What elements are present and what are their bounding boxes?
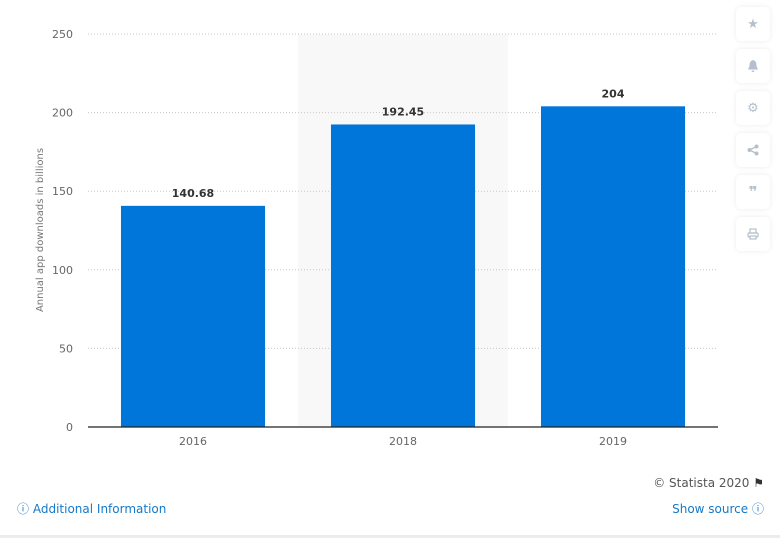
x-tick-label: 2016 — [179, 435, 207, 448]
share-icon — [747, 144, 759, 156]
star-icon: ★ — [747, 16, 759, 32]
gear-icon: ⚙ — [747, 100, 759, 116]
additional-information-link[interactable]: ⓘ Additional Information — [17, 500, 166, 517]
flag-icon[interactable]: ⚑ — [753, 476, 764, 490]
data-label: 192.45 — [382, 105, 424, 118]
data-label: 140.68 — [172, 187, 214, 200]
info-icon: ⓘ — [751, 502, 764, 516]
show-source-link[interactable]: Show source ⓘ — [672, 500, 764, 517]
y-tick-label: 200 — [52, 107, 73, 120]
quote-icon: ❞ — [748, 183, 758, 201]
y-tick-label: 50 — [59, 342, 73, 355]
y-tick-label: 150 — [52, 185, 73, 198]
copyright-notice: © Statista 2020 ⚑ — [653, 476, 764, 490]
settings-button[interactable]: ⚙ — [736, 91, 770, 125]
x-tick-label: 2019 — [599, 435, 627, 448]
info-icon: ⓘ — [17, 502, 30, 516]
share-button[interactable] — [736, 133, 770, 167]
data-label: 204 — [602, 87, 625, 100]
bell-icon — [748, 59, 758, 72]
x-tick-label: 2018 — [389, 435, 417, 448]
favorite-button[interactable]: ★ — [736, 7, 770, 41]
y-tick-label: 0 — [66, 421, 73, 434]
copyright-text: © Statista 2020 — [653, 476, 750, 490]
show-source-label: Show source — [672, 502, 749, 516]
print-button[interactable] — [736, 217, 770, 251]
bar-2018[interactable] — [330, 124, 476, 427]
y-tick-label: 250 — [52, 28, 73, 41]
additional-information-label: Additional Information — [32, 502, 167, 516]
notification-button[interactable] — [736, 49, 770, 83]
cite-button[interactable]: ❞ — [736, 175, 770, 209]
bar-chart: 140.68 192.45 204 0 50 100 150 200 250 2016 2018… — [35, 28, 718, 448]
y-tick-label: 100 — [52, 264, 73, 277]
print-icon — [747, 228, 759, 240]
bar-2016[interactable] — [120, 205, 266, 427]
bar-2019[interactable] — [540, 106, 686, 427]
y-axis-label: Annual app downloads in billions — [35, 148, 46, 312]
